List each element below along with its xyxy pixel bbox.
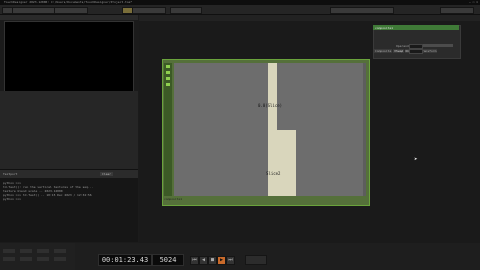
frame-display[interactable]: 5024 — [152, 254, 184, 266]
network-path-bar — [139, 15, 480, 21]
window-controls[interactable]: — ☐ ✕ — [469, 0, 478, 4]
parameter-panel-header: composite1 — [373, 25, 459, 30]
rewind-button[interactable]: ⏮ — [190, 256, 199, 265]
range-field[interactable] — [37, 257, 49, 261]
stop-button[interactable]: ■ — [208, 256, 217, 265]
toolbar-item-6[interactable] — [170, 7, 202, 14]
param-slider[interactable] — [423, 44, 453, 47]
window-title: TouchDesigner 2023.12000: C:/Users/Docum… — [4, 0, 133, 4]
toolbar-item-3[interactable] — [54, 7, 88, 14]
param-value-field[interactable] — [409, 49, 423, 54]
node-flag-icon[interactable] — [166, 71, 170, 74]
composite-node-name: composite1 — [164, 197, 183, 201]
toolbar-item-7[interactable] — [330, 7, 394, 14]
param-row: Swap Order — [376, 49, 456, 54]
node-flag-icon[interactable] — [166, 65, 170, 68]
play-button[interactable]: ▶ — [217, 256, 226, 265]
textport-clear-button[interactable]: Clear — [100, 172, 114, 176]
range-controls — [0, 243, 75, 270]
parameter-panel-title: composite1 — [375, 26, 394, 30]
param-row: Operand — [376, 44, 456, 49]
range-field[interactable] — [54, 257, 66, 261]
mouse-cursor-icon: ➤ — [414, 156, 418, 163]
toolbar-item-2[interactable] — [12, 7, 56, 14]
toolbar — [0, 5, 480, 15]
output-viewer[interactable] — [4, 21, 134, 92]
slice-rect-top — [268, 63, 277, 130]
toolbar-item-8[interactable] — [440, 7, 474, 14]
node-flag-icon[interactable] — [166, 83, 170, 86]
param-label: Operand — [396, 44, 409, 48]
textport-title: Textport — [3, 172, 18, 176]
timecode-display[interactable]: 00:01:23.43 — [98, 254, 152, 266]
textport-lines: python >>> td.Test(): run the vertical t… — [3, 181, 93, 201]
step-back-button[interactable]: ◀ — [199, 256, 208, 265]
range-field[interactable] — [3, 249, 15, 253]
range-field[interactable] — [54, 249, 66, 253]
slice-rect-bottom — [268, 130, 296, 196]
toolbar-item-5[interactable] — [132, 7, 166, 14]
left-panel-empty — [0, 91, 138, 169]
slice-label-bottom: Slice2 — [266, 171, 281, 176]
textport-toolbar: Textport Clear — [0, 169, 138, 178]
composite-scrollbar[interactable] — [363, 63, 366, 196]
slice-label-top: 0.0(Slice) — [258, 103, 283, 108]
range-field[interactable] — [37, 249, 49, 253]
playback-options[interactable] — [245, 255, 267, 265]
step-forward-button[interactable]: ⏭ — [226, 256, 235, 265]
composite-node-sidebar — [164, 63, 172, 196]
node-flag-icon[interactable] — [166, 77, 170, 80]
viewer-header — [0, 15, 138, 20]
range-field[interactable] — [20, 257, 32, 261]
range-field[interactable] — [3, 257, 15, 261]
textport-line: python >>> — [3, 197, 22, 201]
parameter-tabs: CompositeBlendCommonTransform — [374, 37, 438, 53]
range-field[interactable] — [20, 249, 32, 253]
